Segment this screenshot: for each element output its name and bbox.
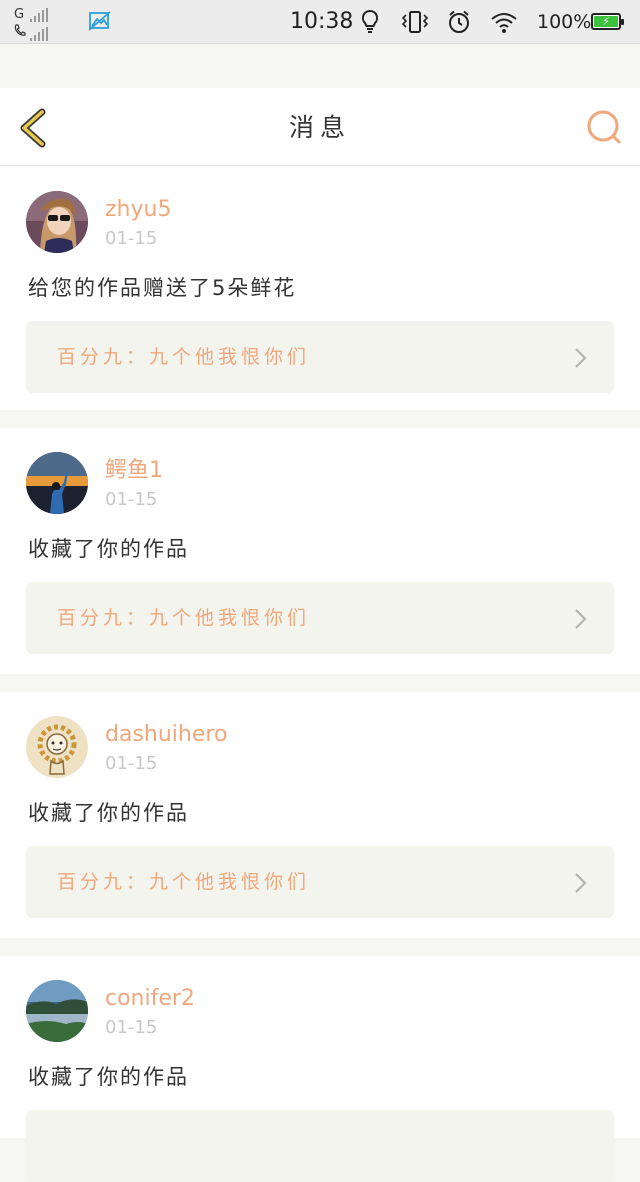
- clock-time: 10:38: [290, 9, 354, 34]
- battery-percent: 100%: [537, 11, 592, 33]
- message-date: 01-15: [105, 228, 158, 249]
- signal-indicators: G: [14, 4, 74, 42]
- chevron-right-icon: [575, 348, 587, 368]
- work-title: 百分九：九个他我恨你们: [57, 346, 311, 368]
- chevron-right-icon: [575, 609, 587, 629]
- search-button[interactable]: [582, 106, 626, 150]
- avatar[interactable]: [26, 191, 88, 253]
- work-link[interactable]: 百分九：九个他我恨你们: [26, 582, 614, 654]
- call-signal-icon: [30, 27, 48, 41]
- message-text: 给您的作品赠送了5朵鲜花: [28, 276, 297, 300]
- username-link[interactable]: 鳄鱼1: [105, 458, 163, 484]
- username-link[interactable]: zhyu5: [105, 197, 171, 223]
- message-text: 收藏了你的作品: [28, 1065, 189, 1089]
- message-text: 收藏了你的作品: [28, 537, 189, 561]
- message-date: 01-15: [105, 1017, 158, 1038]
- page-title: 消息: [288, 113, 351, 142]
- message-date: 01-15: [105, 753, 158, 774]
- chevron-right-icon: [575, 873, 587, 893]
- message-card: zhyu5 01-15 给您的作品赠送了5朵鲜花 百分九：九个他我恨你们: [0, 167, 640, 410]
- signal-strength-icon: [30, 8, 48, 22]
- username-link[interactable]: dashuihero: [105, 722, 227, 748]
- work-link[interactable]: [26, 1110, 614, 1182]
- navigation-bar: 消息: [0, 88, 640, 166]
- avatar[interactable]: [26, 716, 88, 778]
- message-date: 01-15: [105, 489, 158, 510]
- message-text: 收藏了你的作品: [28, 801, 189, 825]
- message-card: 鳄鱼1 01-15 收藏了你的作品 百分九：九个他我恨你们: [0, 428, 640, 674]
- gallery-icon: [88, 10, 112, 32]
- alarm-icon: [446, 9, 472, 35]
- message-card: dashuihero 01-15 收藏了你的作品 百分九：九个他我恨你们: [0, 692, 640, 938]
- message-card: conifer2 01-15 收藏了你的作品: [0, 956, 640, 1182]
- work-link[interactable]: 百分九：九个他我恨你们: [26, 846, 614, 918]
- work-title: 百分九：九个他我恨你们: [57, 607, 311, 629]
- status-bar: G 10:38 100% ⚡: [0, 0, 640, 44]
- avatar[interactable]: [26, 980, 88, 1042]
- work-link[interactable]: 百分九：九个他我恨你们: [26, 321, 614, 393]
- vibrate-icon: [400, 9, 430, 35]
- username-link[interactable]: conifer2: [105, 986, 195, 1012]
- search-icon: [587, 110, 621, 144]
- work-title: 百分九：九个他我恨你们: [57, 871, 311, 893]
- lightbulb-icon: [358, 9, 382, 35]
- wifi-icon: [490, 9, 518, 35]
- avatar[interactable]: [26, 452, 88, 514]
- battery-icon: ⚡: [591, 13, 624, 30]
- carrier-label: G: [14, 7, 25, 22]
- phone-icon: [14, 24, 26, 41]
